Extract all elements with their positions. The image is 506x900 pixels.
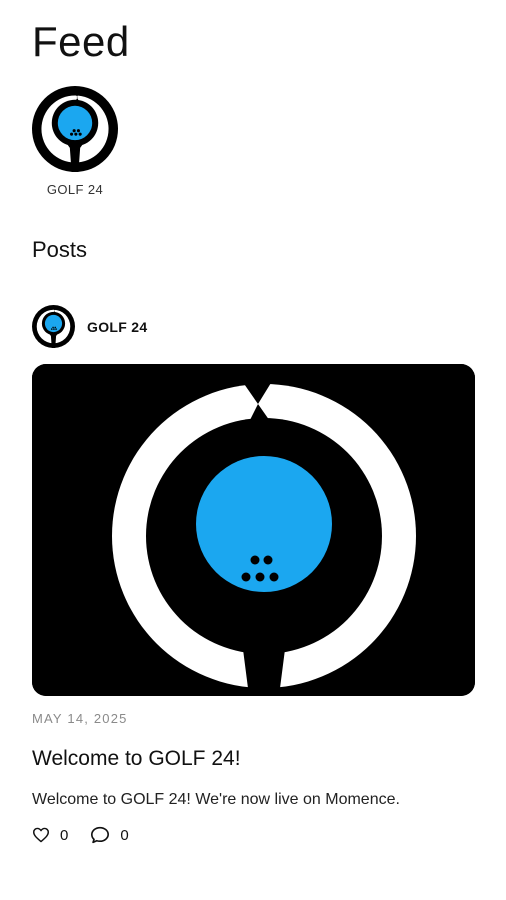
story-golf-24[interactable]: GOLF 24 <box>32 86 118 197</box>
comment-count: 0 <box>120 826 129 844</box>
post-image[interactable] <box>32 364 475 696</box>
golf-24-logo-icon <box>32 86 118 172</box>
heart-icon <box>33 827 49 843</box>
golf-24-logo-large-icon <box>32 364 475 696</box>
section-title: Posts <box>32 237 88 262</box>
page-title: Feed <box>32 18 130 65</box>
author-name: GOLF 24 <box>87 318 148 335</box>
post-title[interactable]: Welcome to GOLF 24! <box>32 744 241 774</box>
author-avatar-icon <box>32 305 75 348</box>
post-body: Welcome to GOLF 24! We're now live on Mo… <box>32 791 400 808</box>
post-date: MAY 14, 2025 <box>32 711 128 726</box>
comment-icon <box>91 826 110 844</box>
story-label: GOLF 24 <box>46 182 104 197</box>
like-count: 0 <box>60 826 69 844</box>
like-button[interactable]: 0 <box>32 827 68 844</box>
comment-button[interactable]: 0 <box>90 826 129 844</box>
post-actions: 0 0 <box>32 826 151 844</box>
post-author[interactable]: GOLF 24 <box>32 305 147 348</box>
